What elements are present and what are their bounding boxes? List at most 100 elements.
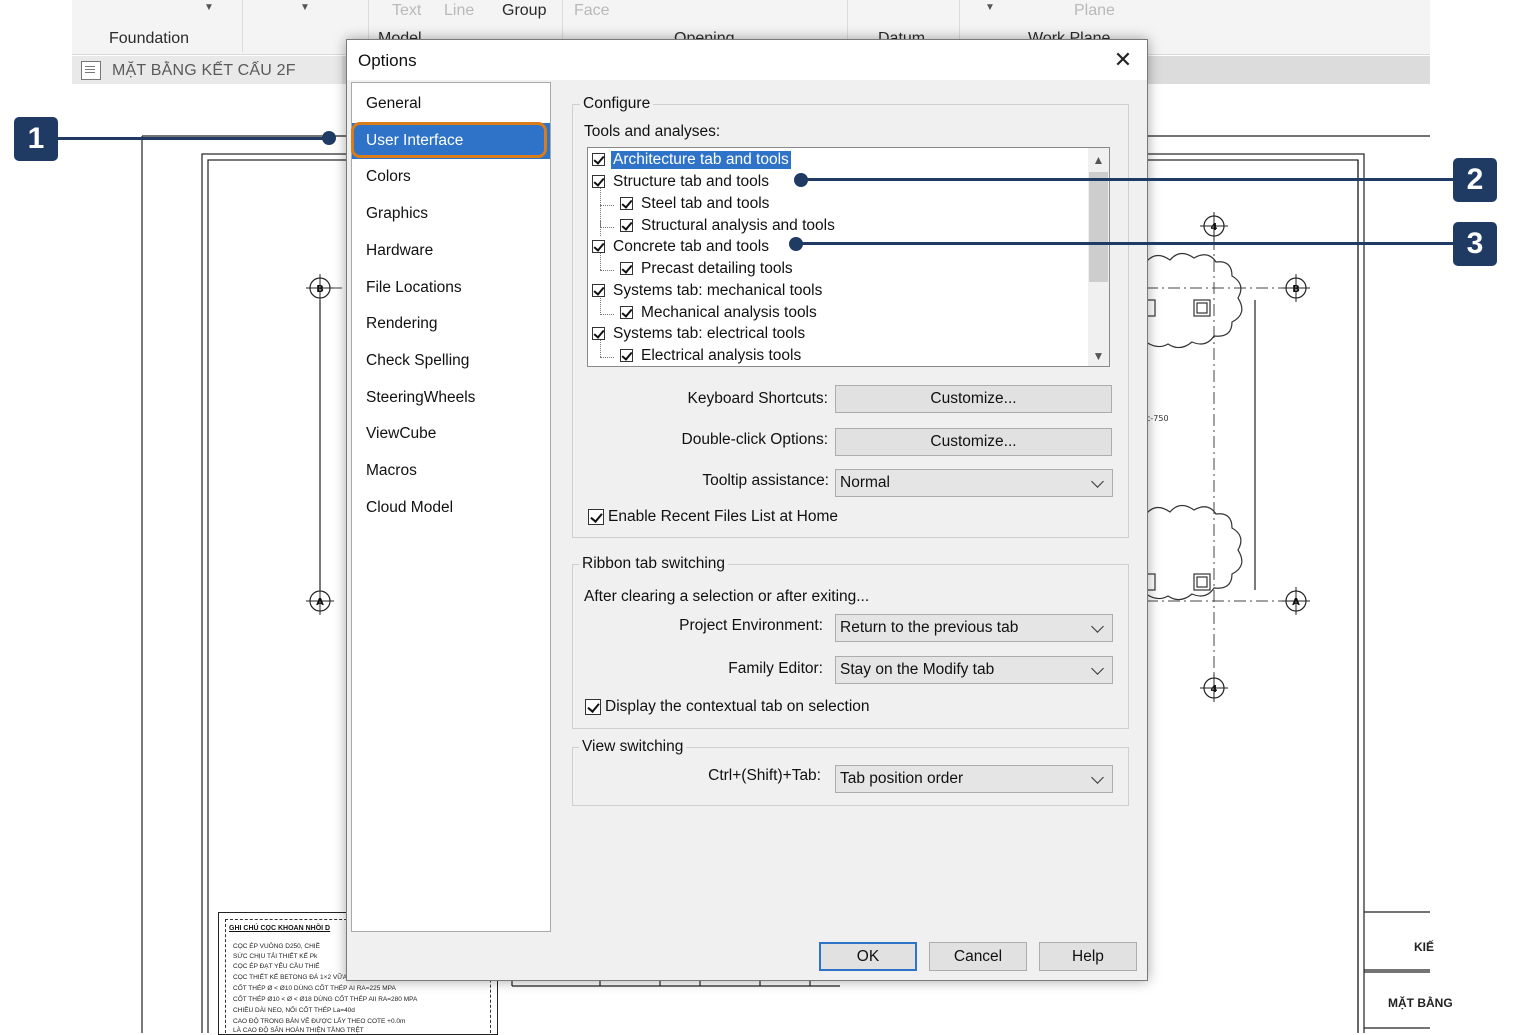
chevron-down-icon xyxy=(1091,620,1104,633)
enable-recent-files-checkbox[interactable]: Enable Recent Files List at Home xyxy=(588,508,838,526)
close-icon[interactable]: ✕ xyxy=(1107,44,1139,76)
dropdown-caret-icon[interactable]: ▼ xyxy=(985,2,995,13)
tree-checkbox[interactable] xyxy=(592,284,605,297)
scroll-up-icon[interactable]: ▲ xyxy=(1090,150,1107,170)
tree-connector xyxy=(600,270,614,271)
enable-recent-files-label: Enable Recent Files List at Home xyxy=(608,508,839,525)
scroll-thumb[interactable] xyxy=(1089,172,1108,282)
ctrl-tab-value: Tab position order xyxy=(840,770,964,787)
options-nav-list: General User Interface Colors Graphics H… xyxy=(351,82,551,932)
ribbon-separator xyxy=(242,0,243,52)
checkbox-icon[interactable] xyxy=(588,509,604,525)
callout-line-3 xyxy=(801,242,1454,245)
nav-item-graphics[interactable]: Graphics xyxy=(352,196,550,232)
help-button[interactable]: Help xyxy=(1039,942,1137,971)
tree-checkbox[interactable] xyxy=(592,327,605,340)
tree-item-label: Electrical analysis tools xyxy=(641,346,802,364)
grid-marker-a-right: A xyxy=(1292,597,1300,608)
tree-item-architecture[interactable]: Architecture tab and tools xyxy=(592,149,792,170)
tree-item-label: Structural analysis and tools xyxy=(641,216,835,234)
tree-item-precast[interactable]: Precast detailing tools xyxy=(620,258,795,279)
dropdown-caret-icon[interactable]: ▼ xyxy=(300,2,310,13)
tree-item-label: Systems tab: electrical tools xyxy=(613,324,806,342)
ribbon-line-button[interactable]: Line xyxy=(444,2,474,20)
keyboard-shortcuts-customize-button[interactable]: Customize... xyxy=(835,385,1112,413)
cancel-button[interactable]: Cancel xyxy=(929,942,1027,971)
grid-marker-4-top: 4 xyxy=(1211,222,1218,233)
tooltip-assistance-label: Tooltip assistance: xyxy=(702,472,829,489)
tree-item-label: Concrete tab and tools xyxy=(613,237,769,255)
ribbon-tab-switching-title: Ribbon tab switching xyxy=(579,555,729,573)
title-block-text: MẶT BẰNG xyxy=(1388,996,1453,1010)
family-editor-select[interactable]: Stay on the Modify tab xyxy=(835,656,1113,684)
display-contextual-tab-label: Display the contextual tab on selection xyxy=(605,698,870,715)
view-tab[interactable]: MẶT BẰNG KẾT CẤU 2F xyxy=(72,56,342,84)
ribbon-face-button[interactable]: Face xyxy=(574,2,610,20)
tree-checkbox[interactable] xyxy=(620,262,633,275)
tree-item-structure[interactable]: Structure tab and tools xyxy=(592,171,771,192)
project-environment-select[interactable]: Return to the previous tab xyxy=(835,614,1113,642)
ribbon-panel-foundation: Foundation xyxy=(109,30,190,47)
view-switching-title: View switching xyxy=(579,738,687,756)
nav-item-general[interactable]: General xyxy=(352,86,550,122)
note-line: CAO ĐỘ TRONG BẢN VẼ ĐƯỢC LẤY THEO COTE +… xyxy=(233,1018,406,1025)
nav-item-hardware[interactable]: Hardware xyxy=(352,233,550,269)
double-click-customize-button[interactable]: Customize... xyxy=(835,428,1112,456)
tree-item-concrete[interactable]: Concrete tab and tools xyxy=(592,236,771,257)
dialog-titlebar[interactable]: Options ✕ xyxy=(347,40,1147,80)
tree-item-structural-analysis[interactable]: Structural analysis and tools xyxy=(620,215,837,236)
nav-item-viewcube[interactable]: ViewCube xyxy=(352,416,550,452)
tree-item-mechanical-analysis[interactable]: Mechanical analysis tools xyxy=(620,302,819,323)
tooltip-assistance-select[interactable]: Normal xyxy=(835,469,1113,497)
tree-item-electrical-analysis[interactable]: Electrical analysis tools xyxy=(620,345,803,366)
nav-item-colors[interactable]: Colors xyxy=(352,159,550,195)
family-editor-label: Family Editor: xyxy=(728,660,823,677)
ribbon-plane-button[interactable]: Plane xyxy=(1074,2,1115,20)
nav-item-rendering[interactable]: Rendering xyxy=(352,306,550,342)
nav-item-user-interface[interactable]: User Interface xyxy=(352,123,550,159)
tree-checkbox[interactable] xyxy=(620,306,633,319)
tree-item-label: Systems tab: mechanical tools xyxy=(613,281,823,299)
nav-item-cloud-model[interactable]: Cloud Model xyxy=(352,490,550,526)
tree-item-label: Precast detailing tools xyxy=(641,259,793,277)
tree-item-systems-electrical[interactable]: Systems tab: electrical tools xyxy=(592,323,807,344)
callout-line-1 xyxy=(58,137,332,140)
tree-checkbox[interactable] xyxy=(592,153,605,166)
chevron-down-icon xyxy=(1091,475,1104,488)
tree-connector xyxy=(600,227,614,228)
tree-checkbox[interactable] xyxy=(620,219,633,232)
keyboard-shortcuts-label: Keyboard Shortcuts: xyxy=(687,390,828,407)
scroll-down-icon[interactable]: ▼ xyxy=(1090,346,1107,366)
grid-marker-b-left: B xyxy=(316,284,324,295)
family-editor-value: Stay on the Modify tab xyxy=(840,661,995,678)
chevron-down-icon xyxy=(1091,662,1104,675)
grid-marker-b-right: B xyxy=(1292,284,1300,295)
nav-item-steeringwheels[interactable]: SteeringWheels xyxy=(352,380,550,416)
tree-item-steel[interactable]: Steel tab and tools xyxy=(620,193,771,214)
tree-item-systems-mechanical[interactable]: Systems tab: mechanical tools xyxy=(592,280,824,301)
checkbox-icon[interactable] xyxy=(585,699,601,715)
tree-checkbox[interactable] xyxy=(620,197,633,210)
title-block-text: KIẾ xyxy=(1414,940,1435,954)
chevron-down-icon xyxy=(1091,771,1104,784)
notes-title: GHI CHÚ CỌC KHOAN NHỒI D xyxy=(229,925,331,932)
ok-button[interactable]: OK xyxy=(819,942,917,971)
view-tab-label: MẶT BẰNG KẾT CẤU 2F xyxy=(112,62,296,79)
nav-item-check-spelling[interactable]: Check Spelling xyxy=(352,343,550,379)
nav-item-macros[interactable]: Macros xyxy=(352,453,550,489)
callout-badge-1: 1 xyxy=(14,117,58,161)
tree-connector xyxy=(600,205,614,206)
tree-checkbox[interactable] xyxy=(620,349,633,362)
grid-marker-4-bottom: 4 xyxy=(1211,684,1218,695)
tree-checkbox[interactable] xyxy=(592,175,605,188)
tree-checkbox[interactable] xyxy=(592,240,605,253)
note-line: CỐT THÉP Ø < Ø10 DÙNG CỐT THÉP AI RA=225… xyxy=(233,985,396,992)
tree-item-label: Mechanical analysis tools xyxy=(641,303,817,321)
ribbon-text-button[interactable]: Text xyxy=(392,2,421,20)
callout-dot-1 xyxy=(322,131,336,145)
nav-item-file-locations[interactable]: File Locations xyxy=(352,270,550,306)
ctrl-tab-select[interactable]: Tab position order xyxy=(835,765,1113,793)
ribbon-group-button[interactable]: Group xyxy=(502,2,546,20)
display-contextual-tab-checkbox[interactable]: Display the contextual tab on selection xyxy=(585,698,870,716)
dropdown-caret-icon[interactable]: ▼ xyxy=(204,2,214,13)
